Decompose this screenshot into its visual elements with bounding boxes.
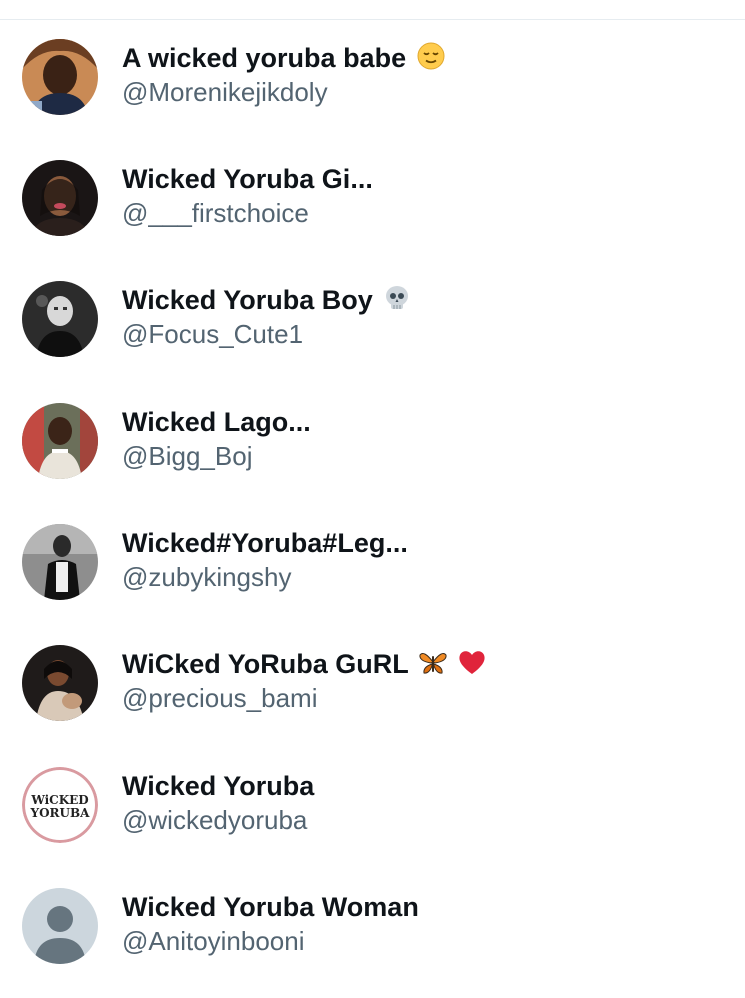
display-name[interactable]: Wicked Yoruba	[122, 771, 314, 801]
avatar[interactable]	[22, 645, 98, 721]
user-row[interactable]: WiCKED YORUBA Wicked Yoruba @wickedyorub…	[0, 767, 745, 877]
user-handle: @Bigg_Boj	[122, 441, 253, 471]
display-name[interactable]: WiCked YoRuba GuRL	[122, 649, 408, 679]
display-name-line[interactable]: Wicked Lago...	[122, 405, 311, 439]
user-handle: @Focus_Cute1	[122, 319, 304, 349]
display-name[interactable]: Wicked#Yoruba#Leg...	[122, 528, 408, 558]
red-heart-emoji	[457, 647, 487, 677]
default-avatar[interactable]	[22, 888, 98, 964]
logo-word-2: YORUBA	[30, 806, 91, 820]
avatar[interactable]: WiCKED YORUBA	[22, 767, 98, 843]
avatar[interactable]	[22, 524, 98, 600]
avatar[interactable]	[22, 403, 98, 479]
top-divider	[0, 19, 745, 20]
relieved-face-emoji	[416, 41, 446, 71]
display-name-line[interactable]: Wicked Yoruba Woman	[122, 890, 419, 924]
display-name-line[interactable]: Wicked#Yoruba#Leg...	[122, 526, 408, 560]
display-name-line[interactable]: Wicked Yoruba	[122, 769, 314, 803]
avatar[interactable]	[22, 281, 98, 357]
user-row[interactable]: Wicked#Yoruba#Leg... @zubykingshy	[0, 524, 745, 634]
display-name-line[interactable]: WiCked YoRuba GuRL	[122, 647, 487, 681]
display-name-line[interactable]: Wicked Yoruba Gi...	[122, 162, 373, 196]
user-row[interactable]: A wicked yoruba babe @Morenikejikdoly	[0, 39, 745, 149]
display-name[interactable]: A wicked yoruba babe	[122, 43, 406, 73]
user-handle: @wickedyoruba	[122, 805, 308, 835]
avatar[interactable]	[22, 39, 98, 115]
display-name[interactable]: Wicked Lago...	[122, 407, 311, 437]
user-handle: @Morenikejikdoly	[122, 77, 328, 107]
user-row[interactable]: Wicked Yoruba Gi... @___firstchoice	[0, 160, 745, 270]
display-name[interactable]: Wicked Yoruba Gi...	[122, 164, 373, 194]
user-row[interactable]: Wicked Lago... @Bigg_Boj	[0, 403, 745, 513]
user-handle: @zubykingshy	[122, 562, 292, 592]
display-name[interactable]: Wicked Yoruba Boy	[122, 285, 373, 315]
user-handle: @Anitoyinbooni	[122, 926, 305, 956]
skull-emoji	[382, 283, 412, 313]
user-row[interactable]: WiCked YoRuba GuRL @precious_bami	[0, 645, 745, 755]
butterfly-emoji	[418, 647, 448, 677]
user-handle: @___firstchoice	[122, 198, 309, 228]
user-row[interactable]: Wicked Yoruba Woman @Anitoyinbooni	[0, 888, 745, 998]
user-handle: @precious_bami	[122, 683, 318, 713]
display-name-line[interactable]: Wicked Yoruba Boy	[122, 283, 412, 317]
display-name[interactable]: Wicked Yoruba Woman	[122, 892, 419, 922]
logo-word-1: WiCKED	[30, 793, 88, 807]
avatar[interactable]	[22, 160, 98, 236]
display-name-line[interactable]: A wicked yoruba babe	[122, 41, 446, 75]
user-row[interactable]: Wicked Yoruba Boy @Focus_Cute1	[0, 281, 745, 391]
